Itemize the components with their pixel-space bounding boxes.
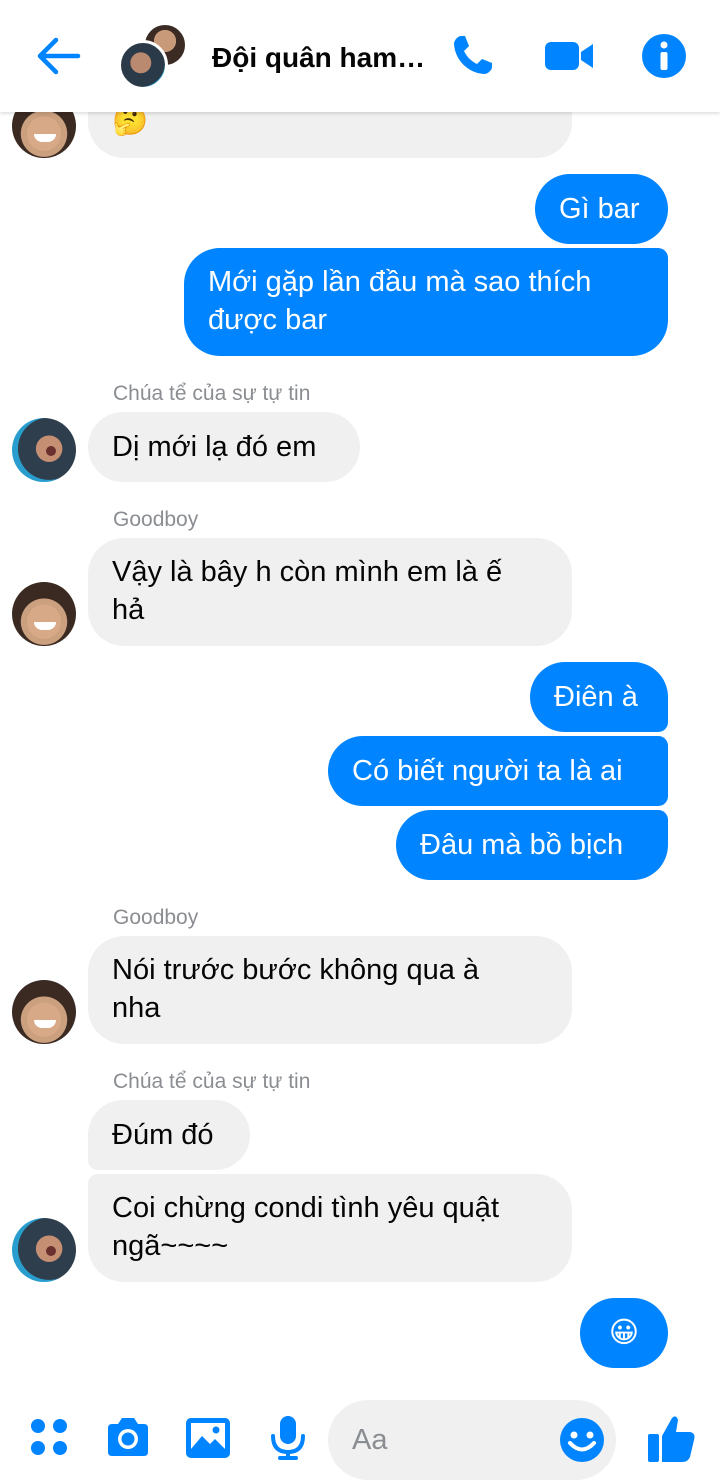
message-text-line: Mới gặp lần đầu mà sao thích xyxy=(208,266,592,298)
message-bubble-outgoing[interactable]: 😀 xyxy=(580,1298,668,1368)
message-input[interactable] xyxy=(352,1418,542,1462)
sender-avatar[interactable] xyxy=(12,980,76,1044)
microphone-icon xyxy=(271,1416,305,1460)
message-input-box xyxy=(328,1400,616,1480)
like-icon xyxy=(648,1416,695,1462)
sender-name: Chúa tể của sự tự tin xyxy=(113,1070,311,1093)
camera-icon xyxy=(108,1418,148,1456)
sender-avatar[interactable] xyxy=(12,1218,76,1282)
message-text: Dị mới lạ đó em xyxy=(112,431,317,463)
message-text-line: Coi chừng condi tình yêu quật xyxy=(112,1192,499,1224)
message-bubble-incoming[interactable]: Vậy là bây h còn mình em là ế hả xyxy=(88,538,572,646)
conversation-header: Đội quân ham… xyxy=(0,0,720,112)
message-text: Điên à xyxy=(554,681,638,713)
camera-button[interactable] xyxy=(104,1414,152,1462)
message-bubble-outgoing[interactable]: Gì bar xyxy=(535,174,668,244)
thread-title[interactable]: Đội quân ham… xyxy=(212,42,425,74)
phone-icon xyxy=(454,36,492,74)
message-text: 😀 xyxy=(608,1317,640,1349)
sender-name: Chúa tể của sự tự tin xyxy=(113,382,311,405)
message-text: Đúm đó xyxy=(112,1119,214,1151)
more-actions-button[interactable] xyxy=(26,1414,74,1462)
message-text-line: ngã~~~~ xyxy=(112,1230,229,1262)
voice-button[interactable] xyxy=(264,1414,312,1462)
member-avatar xyxy=(118,40,168,90)
message-text-line: hả xyxy=(112,594,145,626)
message-bubble-incoming[interactable]: Dị mới lạ đó em xyxy=(88,412,360,482)
message-text: Đâu mà bồ bịch xyxy=(420,829,624,861)
video-call-button[interactable] xyxy=(543,32,593,80)
message-text-line: Nói trước bước không qua à xyxy=(112,954,480,986)
message-bubble-outgoing[interactable]: Đâu mà bồ bịch xyxy=(396,810,668,880)
group-avatar[interactable] xyxy=(118,22,188,90)
gallery-icon xyxy=(186,1418,230,1458)
call-button[interactable] xyxy=(448,32,496,80)
message-bubble-incoming[interactable]: Nói trước bước không qua à nha xyxy=(88,936,572,1044)
sender-avatar[interactable] xyxy=(12,418,76,482)
emoji-button[interactable] xyxy=(558,1416,606,1464)
sender-name: Goodboy xyxy=(113,906,199,929)
message-bubble-outgoing[interactable]: Có biết người ta là ai xyxy=(328,736,668,806)
message-text: Có biết người ta là ai xyxy=(352,755,623,787)
info-icon xyxy=(642,34,686,78)
sender-name: Goodboy xyxy=(113,508,199,531)
message-text-line: được bar xyxy=(208,304,328,336)
message-text-line: nha xyxy=(112,992,161,1024)
like-button[interactable] xyxy=(646,1412,698,1464)
message-bubble-outgoing[interactable]: Mới gặp lần đầu mà sao thích được bar xyxy=(184,248,668,356)
message-text-line: Vậy là bây h còn mình em là ế xyxy=(112,556,503,588)
emoji-icon xyxy=(560,1418,604,1462)
gallery-button[interactable] xyxy=(184,1414,232,1462)
video-camera-icon xyxy=(545,42,593,70)
message-bubble-outgoing[interactable]: Điên à xyxy=(530,662,668,732)
message-text: Gì bar xyxy=(559,193,640,225)
back-button[interactable] xyxy=(34,34,86,78)
sender-avatar[interactable] xyxy=(12,582,76,646)
arrow-left-icon xyxy=(37,37,81,75)
info-button[interactable] xyxy=(640,32,688,80)
menu-dots-icon xyxy=(31,1419,67,1455)
message-bubble-incoming[interactable]: Đúm đó xyxy=(88,1100,250,1170)
message-bubble-incoming[interactable]: Coi chừng condi tình yêu quật ngã~~~~ xyxy=(88,1174,572,1282)
